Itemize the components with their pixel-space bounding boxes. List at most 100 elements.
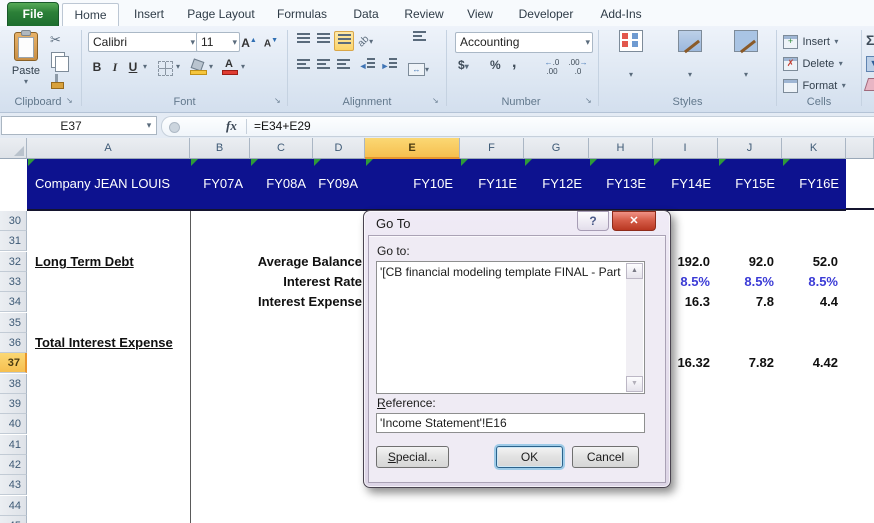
decrease-decimal-button[interactable]: .00→ .0	[566, 58, 590, 76]
formula-input[interactable]: =E34+E29	[254, 117, 311, 136]
decrease-indent-button[interactable]: ◄	[358, 57, 376, 75]
tab-review[interactable]: Review	[396, 3, 452, 26]
cell-year[interactable]: FY13E	[589, 159, 653, 209]
row-header[interactable]: 44	[0, 496, 27, 516]
shrink-font-button[interactable]: A▼	[262, 32, 280, 50]
cell-year[interactable]: FY15E	[718, 159, 782, 209]
cell-year[interactable]: FY08A	[250, 159, 313, 209]
row-header[interactable]: 40	[0, 414, 27, 434]
row-header-selected[interactable]: 37	[0, 353, 27, 373]
cell-year[interactable]: FY09A	[313, 159, 365, 209]
cell-value-input[interactable]: 8.5%	[718, 272, 782, 292]
header-row-band[interactable]: Company JEAN LOUIS FY07A FY08A FY09A FY1…	[27, 159, 846, 211]
italic-button[interactable]: I	[106, 58, 124, 76]
bold-button[interactable]: B	[88, 58, 106, 76]
column-header[interactable]: H	[589, 138, 653, 159]
cell-year[interactable]: FY10E	[365, 159, 460, 209]
delete-cells-button[interactable]: ✗ Delete	[783, 55, 843, 71]
row-header[interactable]: 34	[0, 292, 27, 312]
tab-home[interactable]: Home	[62, 3, 119, 28]
bottom-align-button[interactable]	[334, 31, 354, 51]
copy-button[interactable]	[51, 52, 69, 72]
close-button[interactable]: ✕	[612, 211, 656, 231]
cell-year[interactable]: FY11E	[460, 159, 524, 209]
cell-long-term-debt[interactable]: Long Term Debt	[35, 252, 134, 272]
name-box-grip-icon[interactable]	[169, 122, 180, 133]
merge-center-button[interactable]: ↔	[408, 59, 434, 76]
increase-indent-button[interactable]: ►	[380, 57, 398, 75]
align-right-button[interactable]	[334, 57, 352, 75]
column-header-partial[interactable]	[846, 138, 874, 159]
column-header[interactable]: B	[190, 138, 250, 159]
name-box-dropdown-icon[interactable]: ▾	[142, 116, 156, 135]
alignment-dialog-launcher[interactable]: ↘	[432, 96, 442, 106]
tab-view[interactable]: View	[456, 3, 504, 26]
help-button[interactable]: ?	[577, 211, 609, 231]
tab-add-ins[interactable]: Add-Ins	[590, 3, 652, 26]
cell-total-interest-expense[interactable]: Total Interest Expense	[35, 333, 173, 353]
column-header[interactable]: I	[653, 138, 718, 159]
cell-a1-company[interactable]: Company JEAN LOUIS	[27, 159, 190, 209]
insert-function-button[interactable]: fx	[226, 118, 237, 134]
font-size-combo[interactable]: 11	[196, 32, 240, 52]
fill-color-button[interactable]	[190, 59, 207, 75]
increase-decimal-button[interactable]: ←.0.00	[540, 58, 564, 76]
font-dialog-launcher[interactable]: ↘	[274, 96, 284, 106]
listbox-scrollbar[interactable]: ▲ ▼	[626, 263, 643, 392]
align-left-button[interactable]	[294, 57, 312, 75]
row-header[interactable]: 36	[0, 333, 27, 353]
wrap-text-button[interactable]	[410, 31, 428, 49]
format-as-table-button[interactable]	[662, 30, 718, 92]
fill-color-dropdown-icon[interactable]	[206, 58, 216, 76]
row-header[interactable]: 41	[0, 435, 27, 455]
comma-style-button[interactable]: ,	[512, 54, 524, 72]
format-cells-button[interactable]: Format	[783, 77, 846, 93]
row-header[interactable]: 31	[0, 231, 27, 251]
percent-style-button[interactable]: %	[490, 58, 508, 76]
select-all-button[interactable]	[0, 138, 27, 159]
cell-year[interactable]: FY14E	[653, 159, 718, 209]
tab-insert[interactable]: Insert	[122, 3, 176, 26]
cell-value[interactable]: 92.0	[718, 252, 782, 272]
accounting-format-button[interactable]: $	[458, 58, 484, 76]
column-header[interactable]: G	[524, 138, 589, 159]
font-color-dropdown-icon[interactable]	[238, 58, 248, 76]
column-header[interactable]: K	[782, 138, 846, 159]
cell-value-input[interactable]: 8.5%	[782, 272, 846, 292]
scroll-up-icon[interactable]: ▲	[626, 263, 643, 279]
paste-button[interactable]: Paste	[6, 30, 46, 92]
name-box[interactable]: E37	[1, 116, 157, 135]
font-color-button[interactable]: A	[222, 59, 238, 75]
cell-value[interactable]: 4.4	[782, 292, 846, 312]
cell-year[interactable]: FY12E	[524, 159, 589, 209]
cancel-button[interactable]: Cancel	[572, 446, 639, 468]
tab-developer[interactable]: Developer	[508, 3, 584, 26]
goto-listbox[interactable]: '[CB financial modeling template FINAL -…	[376, 261, 645, 394]
goto-list-item[interactable]: '[CB financial modeling template FINAL -…	[380, 264, 624, 280]
column-header[interactable]: A	[27, 138, 190, 159]
column-header-selected[interactable]: E	[365, 138, 460, 159]
row-header[interactable]: 32	[0, 252, 27, 272]
clipboard-dialog-launcher[interactable]: ↘	[66, 96, 76, 106]
cell-line-item-label[interactable]: Interest Rate	[190, 272, 362, 292]
cell-total-value[interactable]: 7.82	[718, 353, 782, 373]
row-header[interactable]: 35	[0, 313, 27, 333]
grow-font-button[interactable]: A▲	[240, 32, 258, 50]
cell-total-value[interactable]: 4.42	[782, 353, 846, 373]
row-header[interactable]: 38	[0, 374, 27, 394]
column-header[interactable]: C	[250, 138, 313, 159]
fill-button[interactable]: ▼	[866, 56, 874, 72]
row-header[interactable]: 43	[0, 475, 27, 495]
cell-value[interactable]: 52.0	[782, 252, 846, 272]
cell-value[interactable]: 7.8	[718, 292, 782, 312]
row-header[interactable]: 30	[0, 211, 27, 231]
column-header[interactable]: D	[313, 138, 365, 159]
special-button[interactable]: Special...	[376, 446, 449, 468]
tab-data[interactable]: Data	[342, 3, 390, 26]
cell-year[interactable]: FY16E	[782, 159, 846, 209]
cell-styles-button[interactable]	[720, 30, 772, 92]
align-center-button[interactable]	[314, 57, 332, 75]
cut-button[interactable]: ✂	[50, 32, 70, 48]
borders-button[interactable]	[158, 61, 173, 76]
column-header[interactable]: J	[718, 138, 782, 159]
